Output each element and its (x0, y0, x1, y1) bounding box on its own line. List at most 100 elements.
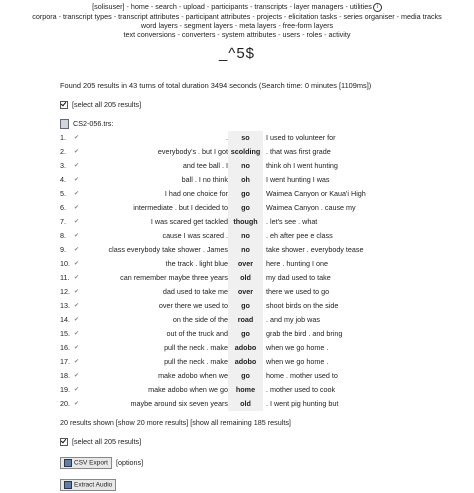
select-all-checkbox-top[interactable] (60, 101, 68, 110)
match-word[interactable]: road (228, 313, 263, 327)
nav-projects[interactable]: projects (257, 12, 282, 21)
match-word[interactable]: go (228, 327, 263, 341)
nav-media-tracks[interactable]: media tracks (401, 12, 442, 21)
context-after: . mother used to cook (266, 385, 336, 394)
nav-converters[interactable]: converters (182, 30, 216, 39)
result-checkbox[interactable]: ✔ (74, 341, 79, 355)
nav-users[interactable]: users (283, 30, 301, 39)
result-checkbox[interactable]: ✔ (74, 355, 79, 369)
result-checkbox[interactable]: ✔ (74, 215, 79, 229)
select-all-checkbox-bottom[interactable] (60, 438, 68, 447)
match-word[interactable]: scolding (228, 145, 263, 159)
result-checkbox[interactable]: ✔ (74, 257, 79, 271)
csv-export-button[interactable]: CSV Export (60, 457, 112, 469)
result-checkbox[interactable]: ✔ (74, 327, 79, 341)
extract-audio-button[interactable]: Extract Audio (60, 479, 117, 491)
result-checkbox[interactable]: ✔ (74, 229, 79, 243)
match-word[interactable]: over (228, 257, 263, 271)
context-before: everybody's . but I got (157, 147, 228, 156)
select-all-top[interactable]: [select all 205 results] (60, 100, 141, 110)
nav-search[interactable]: search (155, 2, 177, 11)
nav-corpora[interactable]: corpora (32, 12, 56, 21)
match-word[interactable]: go (228, 201, 263, 215)
result-checkbox[interactable]: ✔ (74, 397, 79, 411)
match-word[interactable]: no (228, 159, 263, 173)
match-word[interactable]: oh (228, 173, 263, 187)
result-checkbox[interactable]: ✔ (74, 173, 79, 187)
result-row: 17. ✔ pull the neck . make adobo when we go … (60, 355, 460, 369)
match-word[interactable]: home (228, 383, 263, 397)
select-all-label-top[interactable]: [select all 205 results] (72, 100, 141, 109)
result-checkbox[interactable]: ✔ (74, 131, 79, 145)
match-word[interactable]: adobo (228, 355, 263, 369)
nav-activity[interactable]: activity (328, 30, 350, 39)
context-before: intermediate . but I decided to (133, 203, 228, 212)
transcript-header: CS2-056.trs: (60, 119, 113, 130)
result-checkbox[interactable]: ✔ (74, 159, 79, 173)
transcript-link[interactable]: CS2-056.trs: (73, 119, 113, 128)
nav-upload[interactable]: upload (183, 2, 205, 11)
context-before: I had one choice for (164, 189, 228, 198)
select-all-label-bottom[interactable]: [select all 205 results] (72, 437, 141, 446)
nav-utilities[interactable]: utilities (350, 2, 372, 11)
result-checkbox[interactable]: ✔ (74, 369, 79, 383)
context-after: . and my job was (266, 315, 320, 324)
nav-meta-layers[interactable]: meta layers (239, 21, 276, 30)
info-icon[interactable]: i (372, 2, 382, 12)
result-row: 14. ✔ on the side of the road. and my job w… (60, 313, 460, 327)
result-row: 8. ✔ cause I was scared . no. eh after pee … (60, 229, 460, 243)
context-before: ball . I no think (181, 175, 228, 184)
context-before: pull the neck . make (164, 343, 228, 352)
nav-home[interactable]: home (131, 2, 149, 11)
result-checkbox[interactable]: ✔ (74, 201, 79, 215)
nav-free-form-layers[interactable]: free-form layers (283, 21, 333, 30)
context-before: on the side of the (172, 315, 228, 324)
result-number: 7. (60, 217, 66, 226)
match-word[interactable]: go (228, 369, 263, 383)
result-checkbox[interactable]: ✔ (74, 285, 79, 299)
csv-export-label: CSV Export (74, 459, 108, 467)
result-number: 2. (60, 147, 66, 156)
match-word[interactable]: no (228, 243, 263, 257)
top-navigation: [solisuser] - home - search - upload - p… (0, 0, 474, 39)
result-checkbox[interactable]: ✔ (74, 313, 79, 327)
nav-transcript-types[interactable]: transcript types (63, 12, 112, 21)
nav-elicitation-tasks[interactable]: elicitation tasks (288, 12, 337, 21)
match-word[interactable]: old (228, 397, 263, 411)
result-number: 11. (60, 273, 70, 282)
result-checkbox[interactable]: ✔ (74, 187, 79, 201)
result-row: 16. ✔ pull the neck . make adobo when we go … (60, 341, 460, 355)
audio-icon (64, 481, 72, 489)
result-checkbox[interactable]: ✔ (74, 383, 79, 397)
match-word[interactable]: though (228, 215, 263, 229)
match-word[interactable]: adobo (228, 341, 263, 355)
options-link[interactable]: [options] (116, 458, 143, 467)
nav-user[interactable]: [solisuser] (92, 2, 124, 11)
result-checkbox[interactable]: ✔ (74, 299, 79, 313)
nav-text-conversions[interactable]: text conversions (124, 30, 176, 39)
result-checkbox[interactable]: ✔ (74, 145, 79, 159)
nav-series-organiser[interactable]: series organiser (343, 12, 394, 21)
nav-word-layers[interactable]: word layers (141, 21, 178, 30)
nav-system-attributes[interactable]: system attributes (222, 30, 276, 39)
nav-transcripts[interactable]: transcripts (254, 2, 287, 11)
match-word[interactable]: old (228, 271, 263, 285)
select-all-bottom[interactable]: [select all 205 results] (60, 437, 141, 447)
result-checkbox[interactable]: ✔ (74, 243, 79, 257)
result-checkbox[interactable]: ✔ (74, 271, 79, 285)
context-before: I was scared get tackled (150, 217, 228, 226)
nav-layer-managers[interactable]: layer managers (294, 2, 344, 11)
results-shown-text[interactable]: 20 results shown [show 20 more results] … (60, 418, 291, 427)
match-word[interactable]: over (228, 285, 263, 299)
match-word[interactable]: go (228, 187, 263, 201)
nav-roles[interactable]: roles (307, 30, 323, 39)
nav-transcript-attributes[interactable]: transcript attributes (118, 12, 179, 21)
match-word[interactable]: so (228, 131, 263, 145)
nav-participants[interactable]: participants (211, 2, 248, 11)
nav-participant-attributes[interactable]: participant attributes (186, 12, 251, 21)
match-word[interactable]: go (228, 299, 263, 313)
match-word[interactable]: no (228, 229, 263, 243)
context-after: . let's see . what (266, 217, 318, 226)
context-after: there we used to go (266, 287, 330, 296)
nav-segment-layers[interactable]: segment layers (184, 21, 233, 30)
